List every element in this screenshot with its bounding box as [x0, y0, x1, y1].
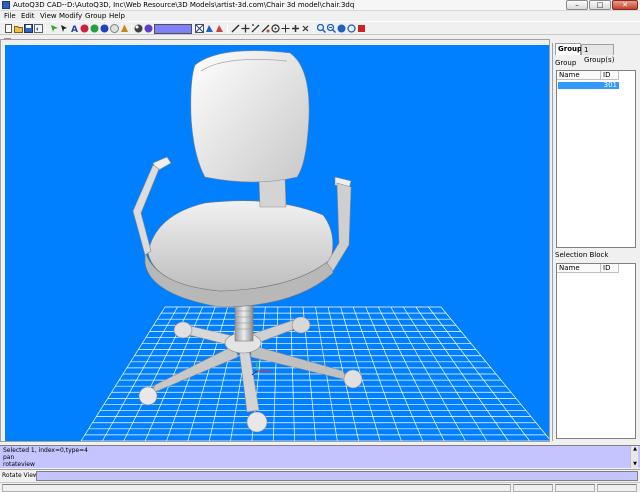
move-icon[interactable]: [241, 24, 250, 33]
group-row-id: 301: [603, 81, 617, 89]
new-file-icon[interactable]: [4, 24, 13, 33]
menu-bar: File Edit View Modify Group Help: [0, 11, 640, 21]
minimize-button[interactable]: –: [566, 0, 588, 10]
sphere-icon[interactable]: [80, 24, 89, 33]
command-label: Rotate View:: [2, 472, 40, 479]
selection-section-title: Selection Block: [555, 251, 609, 259]
toolbar-separator: [131, 24, 132, 34]
texture-map-icon[interactable]: [205, 24, 214, 33]
group-row-selected[interactable]: 301: [558, 82, 619, 89]
svg-text:A: A: [71, 25, 78, 33]
circle-icon[interactable]: [271, 24, 280, 33]
menu-help[interactable]: Help: [109, 12, 125, 20]
status-pane: [513, 484, 553, 492]
chair-model: [132, 50, 363, 433]
menu-group[interactable]: Group: [85, 12, 106, 20]
axis-gizmo: [251, 363, 271, 376]
rotate-icon[interactable]: [251, 24, 260, 33]
status-bar: [0, 482, 640, 492]
chair-gas-cylinder: [234, 300, 254, 342]
arrow-icon[interactable]: [60, 24, 69, 33]
tab-group-count[interactable]: 1 Group(s): [581, 44, 614, 64]
floor-grid: [80, 306, 549, 441]
undo-icon[interactable]: [34, 24, 43, 33]
toolbar-separator: [313, 24, 314, 34]
menu-file[interactable]: File: [4, 12, 16, 20]
torus-icon[interactable]: [120, 24, 129, 33]
column-header-id[interactable]: ID: [601, 71, 619, 80]
console-scrollbar[interactable]: ▲ ▼: [630, 446, 638, 468]
menu-modify[interactable]: Modify: [59, 12, 82, 20]
menu-edit[interactable]: Edit: [21, 12, 35, 20]
app-icon[interactable]: [2, 1, 10, 9]
title-bar: AutoQ3D CAD--D:\AutoQ3D, Inc\Web Resourc…: [0, 0, 640, 11]
render-icon[interactable]: [357, 24, 366, 33]
command-input[interactable]: [36, 471, 638, 481]
group-list[interactable]: Name ID 301: [556, 70, 636, 248]
array-icon[interactable]: [281, 24, 290, 33]
status-pane: [597, 484, 637, 492]
scroll-up-button[interactable]: ▲: [631, 447, 639, 452]
color-swatch-icon[interactable]: [134, 24, 143, 33]
status-pane-main: [2, 484, 511, 492]
zoom-in-icon[interactable]: [317, 24, 326, 33]
toolbar-separator: [227, 24, 228, 34]
tab-group[interactable]: Group: [555, 43, 582, 55]
scene-svg: [80, 50, 549, 441]
pan-icon[interactable]: [337, 24, 346, 33]
3d-viewport[interactable]: [5, 45, 549, 441]
maximize-button[interactable]: □: [589, 0, 611, 10]
toolbar-separator: [45, 24, 46, 34]
chair-backrest: [190, 50, 310, 183]
rotate-view-icon[interactable]: [347, 24, 356, 33]
save-icon[interactable]: [24, 24, 33, 33]
box-icon[interactable]: [90, 24, 99, 33]
group-panel: Group 1 Group(s) Group Name ID 301 Selec…: [552, 43, 638, 441]
column-header-id[interactable]: ID: [601, 264, 619, 273]
scale-icon[interactable]: [231, 24, 240, 33]
window-title: AutoQ3D CAD--D:\AutoQ3D, Inc\Web Resourc…: [13, 1, 355, 9]
material-icon[interactable]: [215, 24, 224, 33]
close-button[interactable]: ✕: [612, 0, 638, 10]
chair-right-armrest: [326, 176, 352, 272]
text-icon[interactable]: A: [70, 24, 79, 33]
scroll-down-button[interactable]: ▼: [631, 462, 639, 467]
console-line: rotateview: [3, 461, 35, 468]
menu-view[interactable]: View: [40, 12, 57, 20]
color-field[interactable]: [154, 24, 192, 34]
toolbar: A: [0, 21, 640, 35]
delete-icon[interactable]: [301, 24, 310, 33]
copy-icon[interactable]: [291, 24, 300, 33]
column-header-name[interactable]: Name: [557, 264, 601, 273]
cone-icon[interactable]: [110, 24, 119, 33]
console-output[interactable]: Selected 1, index=0,type=4 pan rotatevie…: [0, 445, 640, 468]
console-line: Selected 1, index=0,type=4: [3, 447, 88, 454]
command-bar: Rotate View:: [0, 469, 640, 481]
column-header-name[interactable]: Name: [557, 71, 601, 80]
palette-icon[interactable]: [144, 24, 153, 33]
status-pane: [555, 484, 595, 492]
cylinder-icon[interactable]: [100, 24, 109, 33]
texture-icon[interactable]: [195, 24, 204, 33]
panel-tabs: Group 1 Group(s): [553, 43, 639, 64]
group-section-title: Group: [555, 59, 577, 67]
selection-list[interactable]: Name ID: [556, 263, 636, 439]
open-file-icon[interactable]: [14, 24, 23, 33]
mirror-icon[interactable]: [261, 24, 270, 33]
zoom-out-icon[interactable]: [327, 24, 336, 33]
console-line: pan: [3, 454, 15, 461]
select-icon[interactable]: [50, 24, 59, 33]
